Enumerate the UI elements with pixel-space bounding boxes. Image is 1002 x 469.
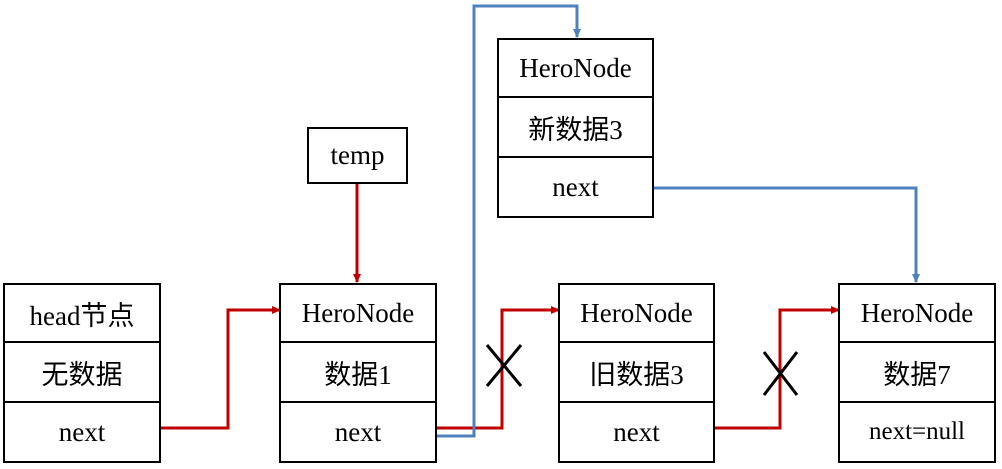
temp-label-text: temp	[330, 140, 385, 170]
new-node-3-next: next	[499, 156, 652, 216]
new-node3-to-node7-arrow	[653, 186, 920, 283]
temp-label: temp	[307, 127, 408, 184]
node-1-title: HeroNode	[301, 297, 415, 328]
old-node-3: HeroNode 旧数据3 next	[558, 283, 715, 463]
node-1-next: next	[281, 401, 435, 461]
head-to-node1-arrow	[160, 306, 281, 430]
head-node-next: next	[5, 401, 159, 461]
old-node-3-title: HeroNode	[580, 297, 693, 328]
node-1: HeroNode 数据1 next	[279, 283, 437, 463]
linked-list-insertion-diagram: temp head节点 无数据 next HeroNode 数据1 next H…	[0, 0, 1002, 469]
head-node-data: 无数据	[5, 341, 159, 401]
old-node-3-data: 旧数据3	[560, 341, 713, 401]
cross-mark-left	[485, 344, 523, 387]
node-7-next: next=null	[840, 401, 994, 461]
node-7-data: 数据7	[840, 341, 994, 401]
head-node-title: head节点	[29, 300, 135, 331]
node1-to-old-node3-arrow	[436, 306, 560, 430]
node-7-title: HeroNode	[860, 297, 974, 328]
new-node-3: HeroNode 新数据3 next	[497, 38, 654, 218]
old-node-3-next: next	[560, 401, 713, 461]
new-node-3-title: HeroNode	[519, 52, 632, 83]
head-node: head节点 无数据 next	[3, 283, 161, 463]
node-7: HeroNode 数据7 next=null	[838, 283, 996, 463]
node-1-data: 数据1	[281, 341, 435, 401]
new-node-3-data: 新数据3	[499, 96, 652, 156]
